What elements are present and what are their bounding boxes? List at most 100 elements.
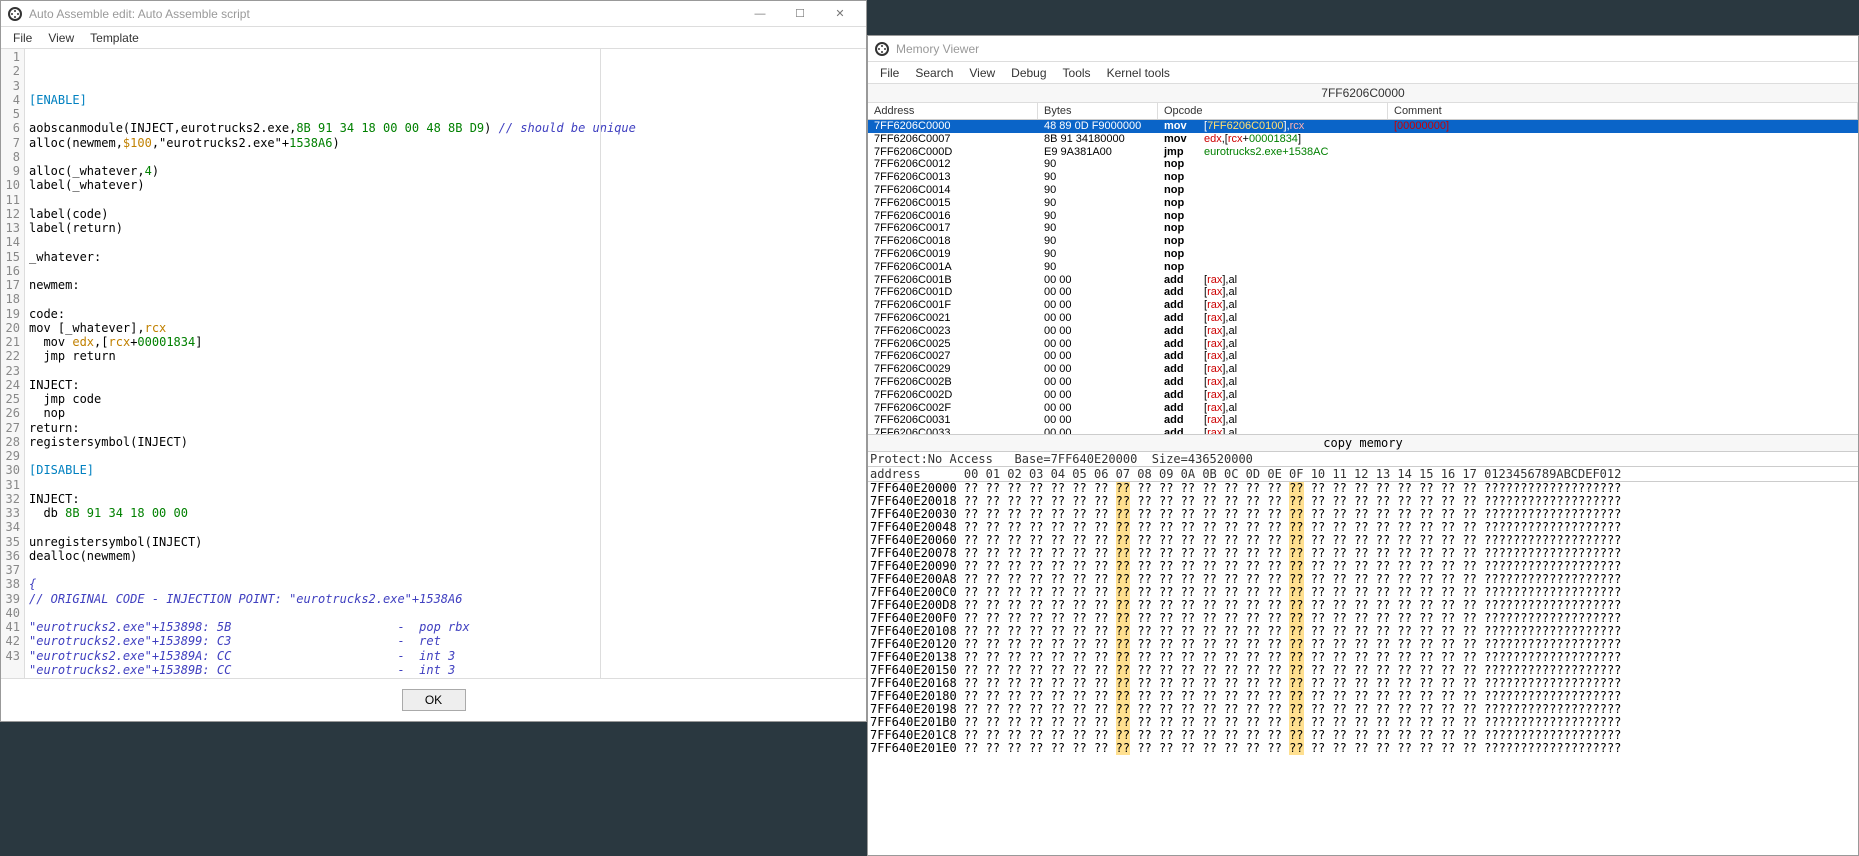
code-line[interactable]: jmp code bbox=[29, 392, 862, 406]
disasm-row[interactable]: 7FF6206C001690nop bbox=[868, 210, 1858, 223]
disasm-row[interactable]: 7FF6206C001990nop bbox=[868, 248, 1858, 261]
col-opcode[interactable]: Opcode bbox=[1158, 103, 1388, 119]
code-line[interactable]: mov edx,[rcx+00001834] bbox=[29, 335, 862, 349]
code-line[interactable] bbox=[29, 520, 862, 534]
disasm-row[interactable]: 7FF6206C002F00 00add[rax],al bbox=[868, 402, 1858, 415]
code-line[interactable] bbox=[29, 235, 862, 249]
code-line[interactable]: code: bbox=[29, 307, 862, 321]
mv-menu-search[interactable]: Search bbox=[907, 64, 961, 82]
code-line[interactable]: label(code) bbox=[29, 207, 862, 221]
code-line[interactable]: registersymbol(INJECT) bbox=[29, 435, 862, 449]
code-line[interactable]: [DISABLE] bbox=[29, 463, 862, 477]
col-address[interactable]: Address bbox=[868, 103, 1038, 119]
hex-header: address 00 01 02 03 04 05 06 07 08 09 0A… bbox=[868, 467, 1858, 482]
code-line[interactable]: newmem: bbox=[29, 278, 862, 292]
code-area[interactable]: [ENABLE] aobscanmodule(INJECT,eurotrucks… bbox=[25, 49, 866, 678]
col-bytes[interactable]: Bytes bbox=[1038, 103, 1158, 119]
code-line[interactable]: alloc(newmem,$100,"eurotrucks2.exe"+1538… bbox=[29, 136, 862, 150]
disasm-row[interactable]: 7FF6206C00078B 91 34180000movedx,[rcx+00… bbox=[868, 133, 1858, 146]
menu-view[interactable]: View bbox=[40, 29, 82, 47]
copy-memory-button[interactable]: copy memory bbox=[868, 434, 1858, 452]
code-line[interactable]: "eurotrucks2.exe"+153899: C3 - ret bbox=[29, 634, 862, 648]
menubar: File View Template bbox=[1, 27, 866, 49]
code-line[interactable] bbox=[29, 193, 862, 207]
code-line[interactable]: aobscanmodule(INJECT,eurotrucks2.exe,8B … bbox=[29, 121, 862, 135]
code-line[interactable]: db 8B 91 34 18 00 00 bbox=[29, 506, 862, 520]
disasm-row[interactable]: 7FF6206C000048 89 0D F9000000mov[7FF6206… bbox=[868, 120, 1858, 133]
code-line[interactable] bbox=[29, 449, 862, 463]
code-line[interactable]: // ORIGINAL CODE - INJECTION POINT: "eur… bbox=[29, 592, 862, 606]
code-line[interactable]: "eurotrucks2.exe"+153898: 5B - pop rbx bbox=[29, 620, 862, 634]
code-line[interactable]: [ENABLE] bbox=[29, 93, 862, 107]
titlebar[interactable]: Auto Assemble edit: Auto Assemble script… bbox=[1, 1, 866, 27]
mv-menu-debug[interactable]: Debug bbox=[1003, 64, 1054, 82]
split-line[interactable] bbox=[600, 49, 601, 678]
disasm-row[interactable]: 7FF6206C001890nop bbox=[868, 235, 1858, 248]
code-line[interactable] bbox=[29, 107, 862, 121]
code-line[interactable]: return: bbox=[29, 421, 862, 435]
code-line[interactable]: unregistersymbol(INJECT) bbox=[29, 535, 862, 549]
code-line[interactable]: label(_whatever) bbox=[29, 178, 862, 192]
mv-menu-view[interactable]: View bbox=[961, 64, 1003, 82]
code-line[interactable] bbox=[29, 364, 862, 378]
hex-view[interactable]: 7FF640E20000 ?? ?? ?? ?? ?? ?? ?? ?? ?? … bbox=[868, 482, 1858, 855]
mv-titlebar[interactable]: Memory Viewer bbox=[868, 36, 1858, 62]
code-line[interactable]: INJECT: bbox=[29, 492, 862, 506]
disasm-row[interactable]: 7FF6206C002700 00add[rax],al bbox=[868, 350, 1858, 363]
minimize-button[interactable]: — bbox=[740, 1, 780, 27]
code-line[interactable]: alloc(_whatever,4) bbox=[29, 164, 862, 178]
address-display[interactable]: 7FF6206C0000 bbox=[868, 84, 1858, 103]
disasm-rows[interactable]: 7FF6206C000048 89 0D F9000000mov[7FF6206… bbox=[868, 120, 1858, 434]
disasm-row[interactable]: 7FF6206C002100 00add[rax],al bbox=[868, 312, 1858, 325]
code-line[interactable]: "eurotrucks2.exe"+15389B: CC - int 3 bbox=[29, 663, 862, 677]
menu-template[interactable]: Template bbox=[82, 29, 147, 47]
code-line[interactable] bbox=[29, 563, 862, 577]
ok-button[interactable]: OK bbox=[402, 689, 466, 711]
disasm-row[interactable]: 7FF6206C002900 00add[rax],al bbox=[868, 363, 1858, 376]
menu-file[interactable]: File bbox=[5, 29, 40, 47]
code-line[interactable]: { bbox=[29, 577, 862, 591]
disasm-row[interactable]: 7FF6206C001490nop bbox=[868, 184, 1858, 197]
code-line[interactable]: nop bbox=[29, 406, 862, 420]
code-editor[interactable]: 1234567891011121314151617181920212223242… bbox=[1, 49, 866, 678]
disasm-row[interactable]: 7FF6206C000DE9 9A381A00jmpeurotrucks2.ex… bbox=[868, 146, 1858, 159]
code-line[interactable]: mov [_whatever],rcx bbox=[29, 321, 862, 335]
disasm-row[interactable]: 7FF6206C001590nop bbox=[868, 197, 1858, 210]
code-line[interactable]: jmp return bbox=[29, 349, 862, 363]
disasm-row[interactable]: 7FF6206C001D00 00add[rax],al bbox=[868, 286, 1858, 299]
maximize-button[interactable]: ☐ bbox=[780, 1, 820, 27]
window-title: Auto Assemble edit: Auto Assemble script bbox=[29, 7, 740, 21]
mv-menu-tools[interactable]: Tools bbox=[1055, 64, 1099, 82]
code-line[interactable]: label(return) bbox=[29, 221, 862, 235]
disasm-row[interactable]: 7FF6206C003300 00add[rax],al bbox=[868, 427, 1858, 434]
code-line[interactable]: "eurotrucks2.exe"+15389C: CC - int 3 bbox=[29, 677, 862, 678]
code-line[interactable] bbox=[29, 478, 862, 492]
disasm-row[interactable]: 7FF6206C002500 00add[rax],al bbox=[868, 338, 1858, 351]
disasm-row[interactable]: 7FF6206C001B00 00add[rax],al bbox=[868, 274, 1858, 287]
code-line[interactable] bbox=[29, 292, 862, 306]
code-line[interactable] bbox=[29, 150, 862, 164]
footer: OK bbox=[1, 678, 866, 721]
hex-row[interactable]: 7FF640E201E0 ?? ?? ?? ?? ?? ?? ?? ?? ?? … bbox=[870, 742, 1856, 755]
disasm-row[interactable]: 7FF6206C001390nop bbox=[868, 171, 1858, 184]
disasm-row[interactable]: 7FF6206C001790nop bbox=[868, 222, 1858, 235]
disasm-row[interactable]: 7FF6206C003100 00add[rax],al bbox=[868, 414, 1858, 427]
col-comment[interactable]: Comment bbox=[1388, 103, 1858, 119]
disasm-row[interactable]: 7FF6206C002D00 00add[rax],al bbox=[868, 389, 1858, 402]
code-line[interactable]: _whatever: bbox=[29, 250, 862, 264]
disasm-row[interactable]: 7FF6206C002300 00add[rax],al bbox=[868, 325, 1858, 338]
code-line[interactable] bbox=[29, 264, 862, 278]
mv-menu-kernel[interactable]: Kernel tools bbox=[1099, 64, 1178, 82]
mv-menu-file[interactable]: File bbox=[872, 64, 907, 82]
disassembly-view[interactable]: Address Bytes Opcode Comment 7FF6206C000… bbox=[868, 103, 1858, 434]
code-line[interactable]: "eurotrucks2.exe"+15389A: CC - int 3 bbox=[29, 649, 862, 663]
code-line[interactable]: INJECT: bbox=[29, 378, 862, 392]
disasm-row[interactable]: 7FF6206C001A90nop bbox=[868, 261, 1858, 274]
app-icon bbox=[874, 41, 890, 57]
disasm-row[interactable]: 7FF6206C001290nop bbox=[868, 158, 1858, 171]
code-line[interactable]: dealloc(newmem) bbox=[29, 549, 862, 563]
disasm-row[interactable]: 7FF6206C002B00 00add[rax],al bbox=[868, 376, 1858, 389]
close-button[interactable]: ✕ bbox=[820, 1, 860, 27]
code-line[interactable] bbox=[29, 606, 862, 620]
disasm-row[interactable]: 7FF6206C001F00 00add[rax],al bbox=[868, 299, 1858, 312]
